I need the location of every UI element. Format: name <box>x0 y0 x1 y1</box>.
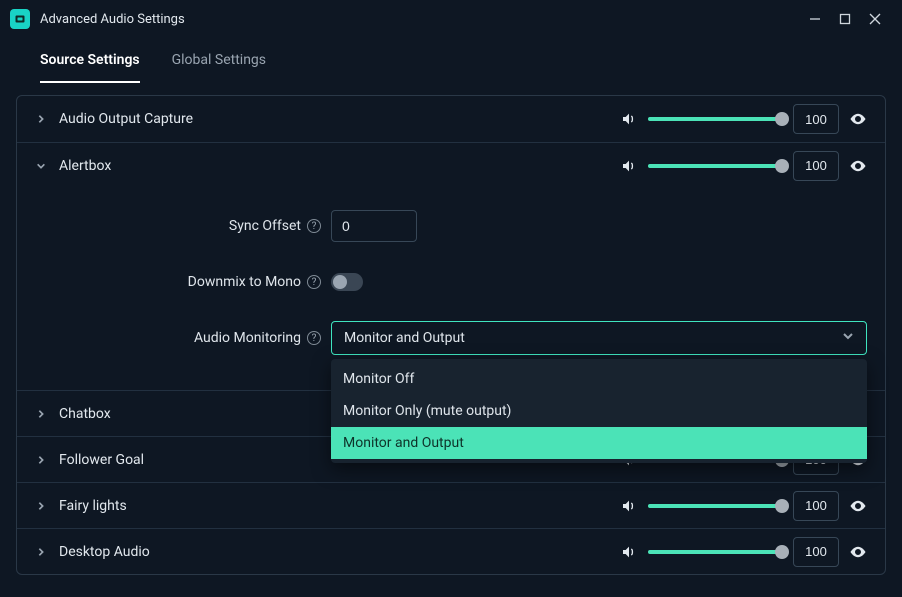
expand-chevron-icon[interactable] <box>31 496 51 516</box>
volume-slider[interactable] <box>648 545 783 559</box>
window-title: Advanced Audio Settings <box>40 12 185 27</box>
visibility-icon[interactable] <box>849 543 867 561</box>
dropdown-option[interactable]: Monitor Only (mute output) <box>331 395 867 427</box>
visibility-icon[interactable] <box>849 157 867 175</box>
audio-monitoring-label: Audio Monitoring ? <box>35 330 331 346</box>
downmix-label: Downmix to Mono ? <box>35 274 331 290</box>
volume-input[interactable] <box>793 151 839 181</box>
source-row: Audio Output Capture <box>17 96 885 142</box>
speaker-icon[interactable] <box>620 543 638 561</box>
select-value: Monitor and Output <box>344 330 465 346</box>
maximize-button[interactable] <box>830 4 860 34</box>
source-expanded-settings: Sync Offset ? Downmix to Mono ? Audio Mo… <box>17 188 885 390</box>
downmix-toggle[interactable] <box>331 273 363 291</box>
dropdown-option[interactable]: Monitor and Output <box>331 427 867 459</box>
help-icon[interactable]: ? <box>307 275 321 289</box>
expand-chevron-icon[interactable] <box>31 450 51 470</box>
source-name: Follower Goal <box>59 452 144 468</box>
dropdown-option[interactable]: Monitor Off <box>331 363 867 395</box>
visibility-icon[interactable] <box>849 110 867 128</box>
visibility-icon[interactable] <box>849 497 867 515</box>
volume-input[interactable] <box>793 537 839 567</box>
close-button[interactable] <box>860 4 890 34</box>
chevron-down-icon <box>842 330 854 346</box>
titlebar: Advanced Audio Settings <box>0 0 902 38</box>
minimize-button[interactable] <box>800 4 830 34</box>
audio-monitoring-dropdown: Monitor Off Monitor Only (mute output) M… <box>331 359 867 463</box>
source-name: Chatbox <box>59 406 111 422</box>
source-row: Fairy lights <box>17 482 885 528</box>
audio-monitoring-select[interactable]: Monitor and Output <box>331 321 867 355</box>
source-name: Alertbox <box>59 158 111 174</box>
expand-chevron-icon[interactable] <box>31 404 51 424</box>
source-name: Fairy lights <box>59 498 127 514</box>
volume-input[interactable] <box>793 491 839 521</box>
tab-source-settings[interactable]: Source Settings <box>40 52 140 82</box>
volume-slider[interactable] <box>648 499 783 513</box>
sources-panel: Audio Output Capture Alertbox <box>16 95 886 575</box>
tabs: Source Settings Global Settings <box>0 38 902 83</box>
help-icon[interactable]: ? <box>307 331 321 345</box>
volume-slider[interactable] <box>648 159 783 173</box>
speaker-icon[interactable] <box>620 157 638 175</box>
app-logo-icon <box>10 9 30 29</box>
source-name: Desktop Audio <box>59 544 150 560</box>
source-row: Alertbox <box>17 142 885 188</box>
source-name: Audio Output Capture <box>59 111 193 127</box>
source-row: Desktop Audio <box>17 528 885 574</box>
collapse-chevron-icon[interactable] <box>31 156 51 176</box>
speaker-icon[interactable] <box>620 110 638 128</box>
sync-offset-label: Sync Offset ? <box>35 218 331 234</box>
sync-offset-input[interactable] <box>331 210 417 242</box>
help-icon[interactable]: ? <box>307 219 321 233</box>
speaker-icon[interactable] <box>620 497 638 515</box>
volume-input[interactable] <box>793 104 839 134</box>
expand-chevron-icon[interactable] <box>31 542 51 562</box>
expand-chevron-icon[interactable] <box>31 109 51 129</box>
tab-global-settings[interactable]: Global Settings <box>172 52 266 82</box>
volume-slider[interactable] <box>648 112 783 126</box>
